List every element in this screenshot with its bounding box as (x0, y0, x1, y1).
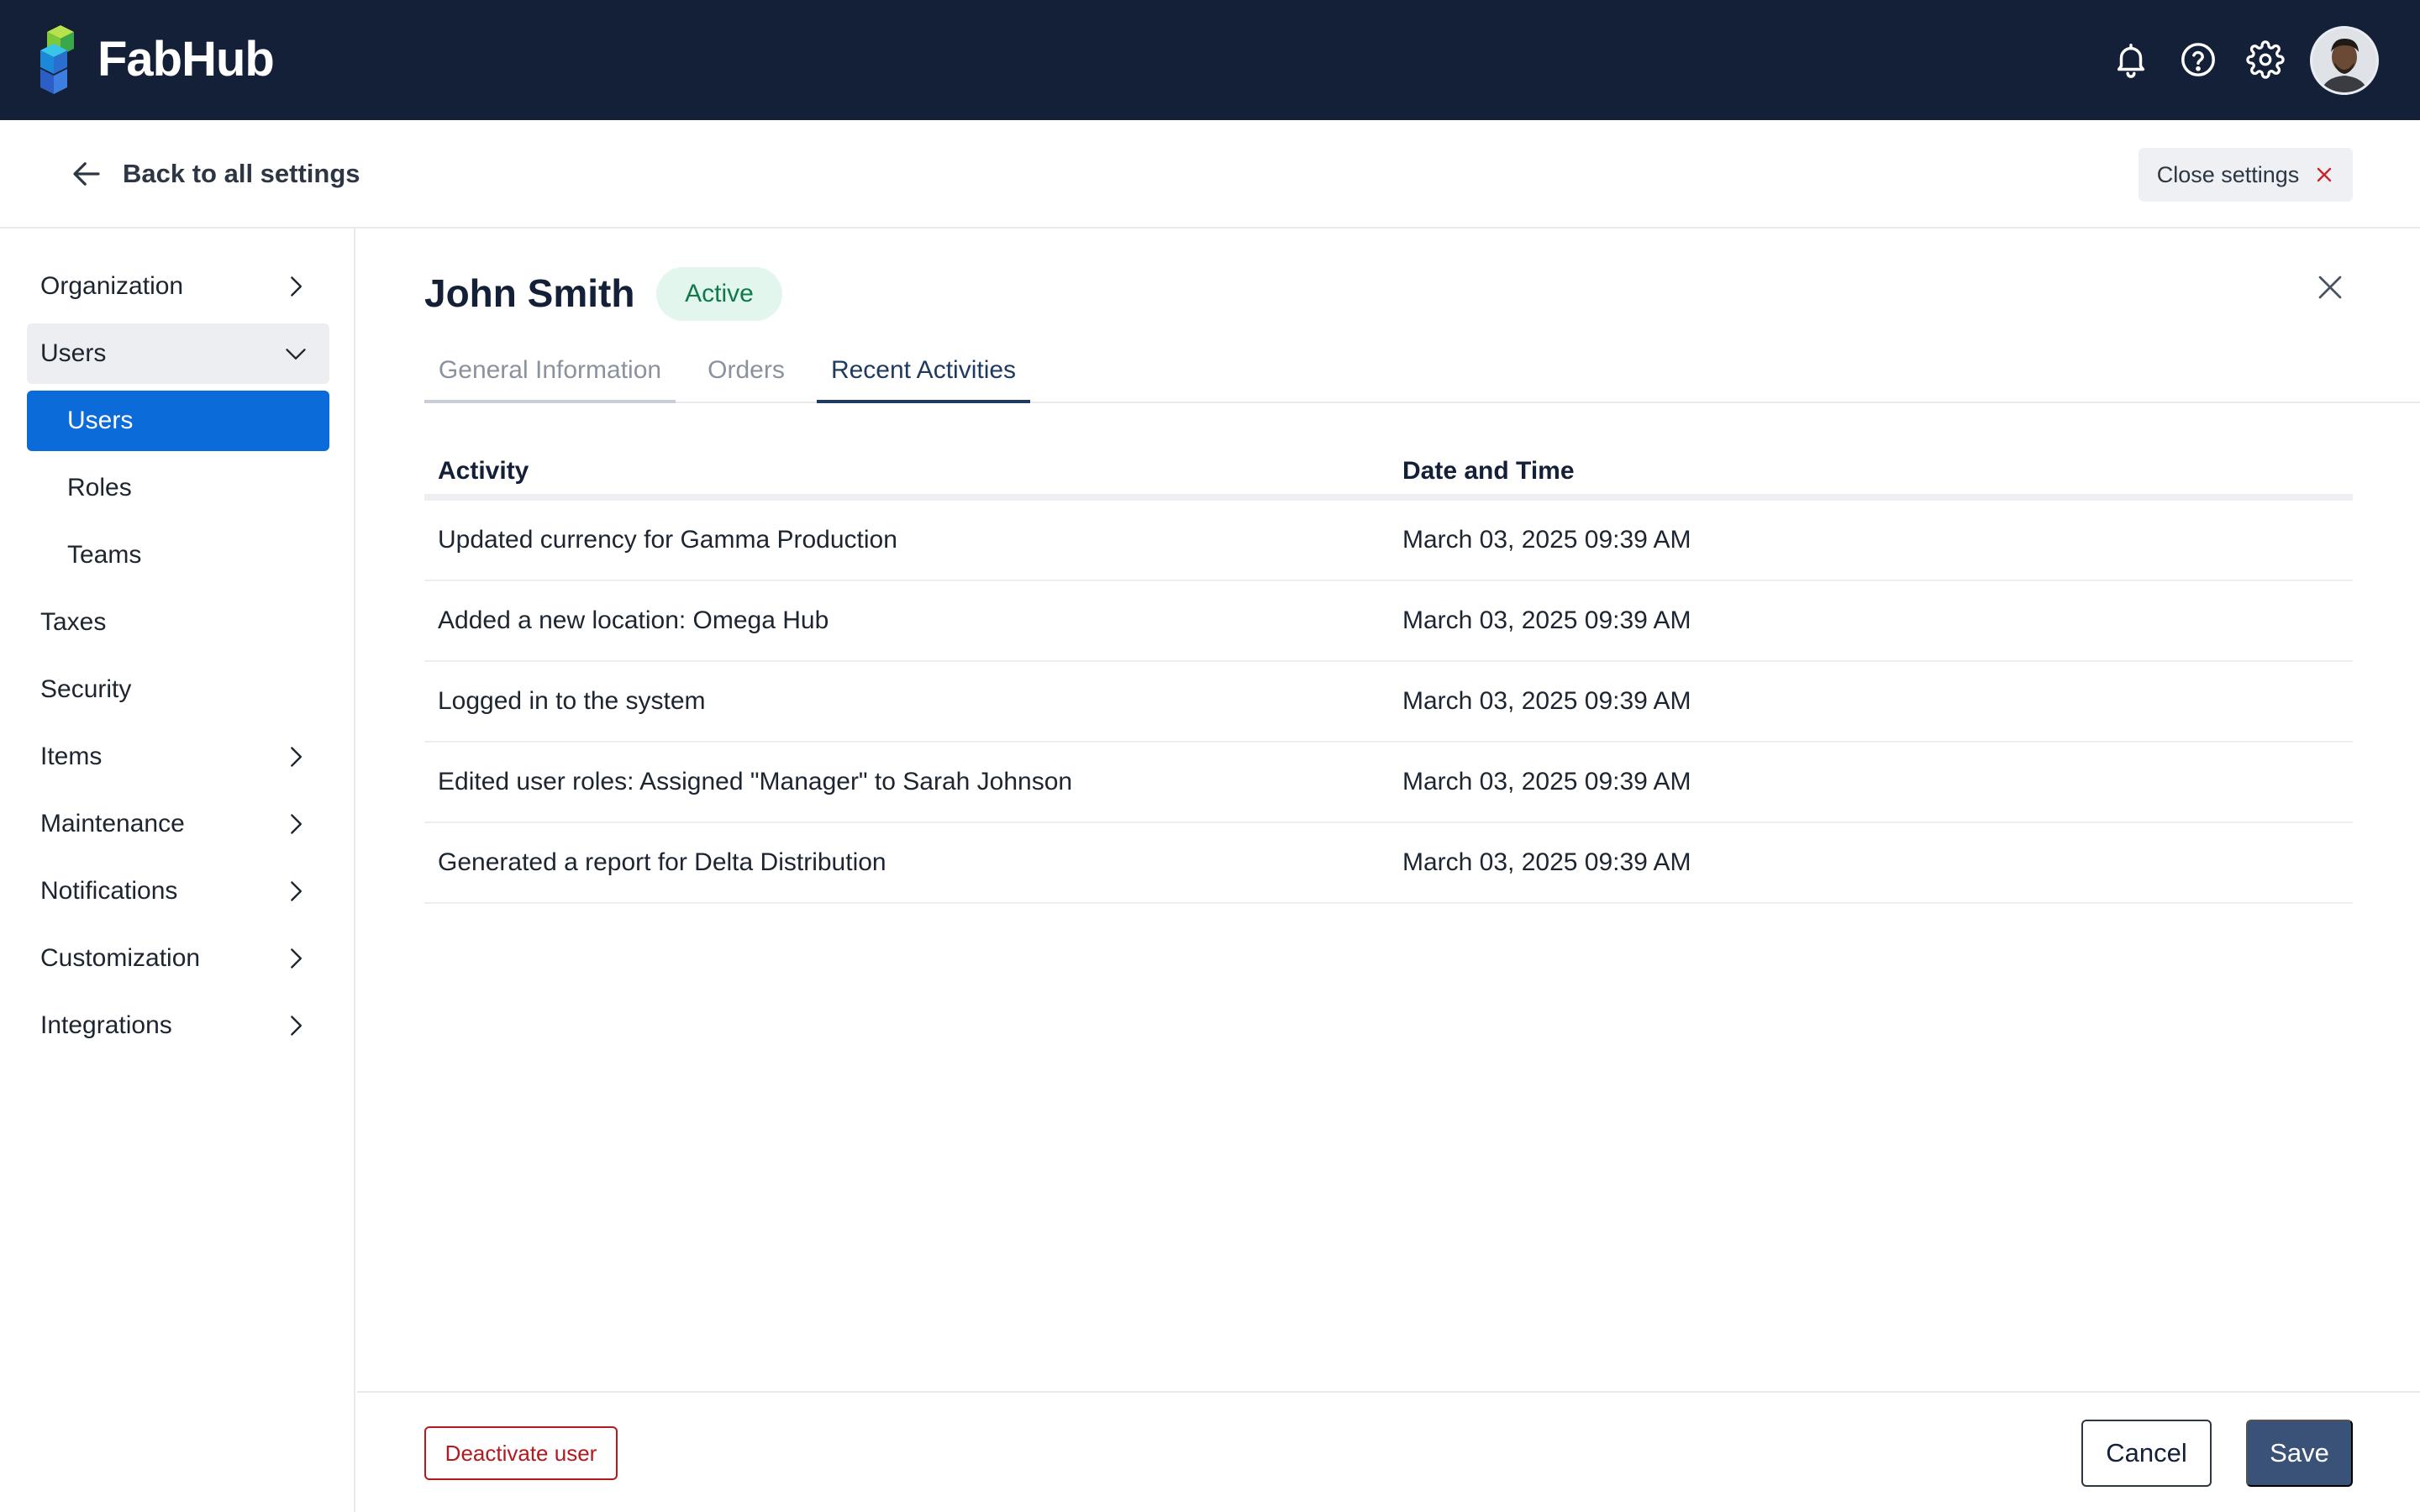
status-badge: Active (656, 267, 782, 321)
close-settings-label: Close settings (2156, 161, 2300, 187)
datetime-cell: March 03, 2025 09:39 AM (1402, 768, 1691, 795)
chevron-right-icon (291, 881, 302, 901)
close-icon (2317, 167, 2332, 182)
activity-cell: Updated currency for Gamma Production (438, 526, 897, 554)
user-tabs: General Information Orders Recent Activi… (424, 353, 2420, 403)
help-icon[interactable] (2179, 40, 2217, 79)
app-name: FabHub (97, 32, 275, 87)
back-label: Back to all settings (123, 159, 360, 188)
column-header-datetime: Date and Time (1402, 457, 1575, 485)
activity-cell: Edited user roles: Assigned "Manager" to… (438, 768, 1073, 795)
logo-mark-icon (40, 25, 74, 94)
settings-subheader: Back to all settings Close settings (0, 120, 2420, 228)
bell-icon[interactable] (2112, 40, 2150, 79)
datetime-cell: March 03, 2025 09:39 AM (1402, 526, 1691, 554)
datetime-cell: March 03, 2025 09:39 AM (1402, 687, 1691, 715)
fabhub-logo[interactable]: FabHub (39, 25, 275, 94)
sidebar-item-label: Taxes (40, 608, 107, 636)
activity-cell: Generated a report for Delta Distributio… (438, 848, 886, 876)
sidebar-item-notifications[interactable]: Notifications (27, 861, 329, 921)
sidebar-item-label: Roles (67, 474, 132, 501)
sidebar-item-users-group[interactable]: Users (27, 323, 329, 384)
chevron-right-icon (291, 814, 302, 834)
chevron-right-icon (291, 276, 302, 297)
tab-orders[interactable]: Orders (676, 353, 817, 403)
table-row: Logged in to the system March 03, 2025 0… (424, 662, 2353, 743)
top-bar: FabHub (0, 0, 2420, 120)
table-row: Added a new location: Omega Hub March 03… (424, 581, 2353, 662)
datetime-cell: March 03, 2025 09:39 AM (1402, 606, 1691, 634)
sidebar-item-maintenance[interactable]: Maintenance (27, 794, 329, 854)
activity-cell: Logged in to the system (438, 687, 706, 715)
sidebar-item-teams[interactable]: Teams (27, 525, 329, 585)
panel-footer: Deactivate user Cancel Save (357, 1391, 2420, 1512)
datetime-cell: March 03, 2025 09:39 AM (1402, 848, 1691, 876)
back-to-settings-link[interactable]: Back to all settings (69, 154, 360, 194)
user-avatar-icon (2312, 29, 2376, 92)
activities-table: Activity Date and Time Updated currency … (424, 445, 2353, 904)
sidebar-item-label: Security (40, 675, 132, 703)
avatar[interactable] (2310, 26, 2379, 95)
table-row: Updated currency for Gamma Production Ma… (424, 501, 2353, 581)
user-detail-panel: John Smith Active General Information Or… (357, 228, 2420, 1512)
activity-cell: Added a new location: Omega Hub (438, 606, 829, 634)
sidebar-item-items[interactable]: Items (27, 727, 329, 787)
table-row: Generated a report for Delta Distributio… (424, 823, 2353, 904)
tab-general-information[interactable]: General Information (424, 353, 676, 403)
close-settings-button[interactable]: Close settings (2139, 148, 2353, 202)
settings-sidebar: Organization Users Users Roles Teams Tax… (0, 228, 355, 1512)
sidebar-item-organization[interactable]: Organization (27, 256, 329, 317)
chevron-right-icon (291, 1016, 302, 1036)
chevron-down-icon (286, 349, 306, 360)
sidebar-item-label: Integrations (40, 1011, 172, 1039)
sidebar-item-customization[interactable]: Customization (27, 928, 329, 989)
table-header: Activity Date and Time (424, 445, 2353, 501)
chevron-right-icon (291, 948, 302, 969)
sidebar-item-label: Organization (40, 272, 184, 300)
chevron-right-icon (291, 747, 302, 767)
sidebar-item-label: Customization (40, 944, 201, 972)
page-title: John Smith (424, 271, 635, 315)
gear-icon[interactable] (2246, 40, 2285, 79)
sidebar-item-label: Maintenance (40, 810, 185, 837)
sidebar-item-taxes[interactable]: Taxes (27, 592, 329, 653)
sidebar-item-roles[interactable]: Roles (27, 458, 329, 518)
close-icon[interactable] (2315, 272, 2345, 302)
sidebar-item-label: Notifications (40, 877, 178, 905)
sidebar-item-label: Items (40, 743, 103, 770)
save-button[interactable]: Save (2246, 1420, 2353, 1487)
sidebar-item-integrations[interactable]: Integrations (27, 995, 329, 1056)
sidebar-item-label: Users (67, 407, 134, 434)
cancel-button[interactable]: Cancel (2081, 1420, 2212, 1487)
sidebar-item-label: Teams (67, 541, 142, 569)
arrow-left-icon (73, 162, 100, 186)
tab-recent-activities[interactable]: Recent Activities (817, 353, 1030, 403)
table-row: Edited user roles: Assigned "Manager" to… (424, 743, 2353, 823)
column-header-activity: Activity (438, 457, 529, 485)
deactivate-user-button[interactable]: Deactivate user (424, 1426, 618, 1480)
sidebar-item-security[interactable]: Security (27, 659, 329, 720)
sidebar-item-users[interactable]: Users (27, 391, 329, 451)
sidebar-item-label: Users (40, 339, 107, 367)
